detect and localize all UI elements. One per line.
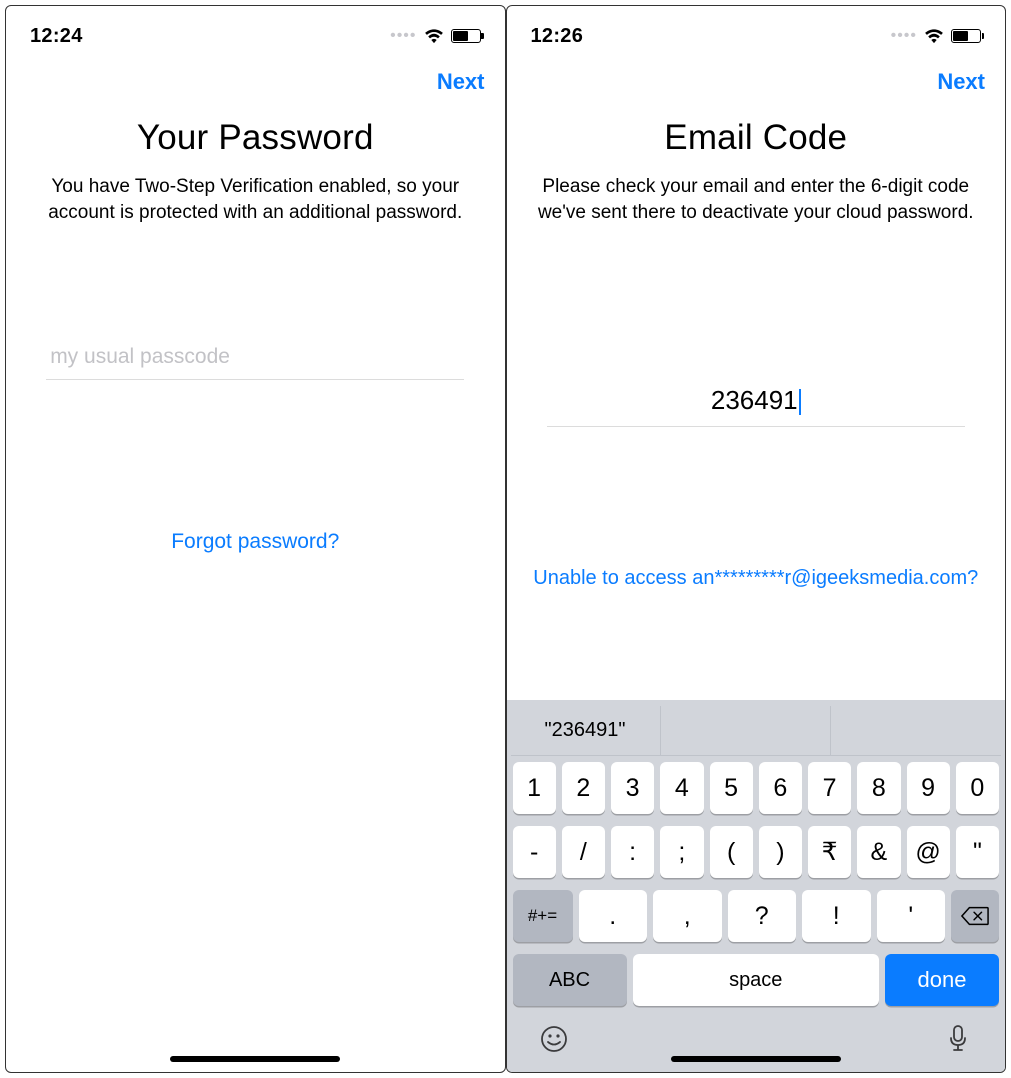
key-5[interactable]: 5 [710, 762, 753, 814]
status-icons: •••• [891, 27, 981, 45]
key-done[interactable]: done [885, 954, 999, 1006]
key-apostrophe[interactable]: ' [877, 890, 946, 942]
key-question[interactable]: ? [728, 890, 797, 942]
next-button[interactable]: Next [437, 69, 485, 95]
nav-bar: Next [6, 60, 505, 104]
status-bar: 12:26 •••• [507, 12, 1006, 60]
unable-access-link[interactable]: Unable to access an*********r@igeeksmedi… [531, 567, 980, 590]
microphone-icon [948, 1025, 968, 1053]
page-subtitle: Please check your email and enter the 6-… [529, 174, 984, 225]
key-2[interactable]: 2 [562, 762, 605, 814]
phone-password: 12:24 •••• Next Your Password You have T… [5, 5, 506, 1073]
key-abc[interactable]: ABC [513, 954, 627, 1006]
key-semicolon[interactable]: ; [660, 826, 703, 878]
key-colon[interactable]: : [611, 826, 654, 878]
page-subtitle: You have Two-Step Verification enabled, … [28, 174, 483, 225]
keyboard-bottom [511, 1012, 1002, 1072]
key-paren-open[interactable]: ( [710, 826, 753, 878]
forgot-password-link[interactable]: Forgot password? [171, 530, 339, 554]
key-comma[interactable]: , [653, 890, 722, 942]
key-rupee[interactable]: ₹ [808, 826, 851, 878]
dictation-button[interactable] [943, 1024, 973, 1054]
text-caret [799, 389, 801, 415]
suggestion-row: "236491" [511, 706, 1002, 756]
key-row-2: - / : ; ( ) ₹ & @ " [511, 820, 1002, 884]
key-period[interactable]: . [579, 890, 648, 942]
password-field-wrap [46, 335, 464, 380]
status-time: 12:24 [30, 25, 83, 48]
key-at[interactable]: @ [907, 826, 950, 878]
status-icons: •••• [390, 27, 480, 45]
key-7[interactable]: 7 [808, 762, 851, 814]
content: Email Code Please check your email and e… [507, 104, 1006, 700]
key-row-1: 1 2 3 4 5 6 7 8 9 0 [511, 756, 1002, 820]
key-symbols[interactable]: #+= [513, 890, 573, 942]
status-bar: 12:24 •••• [6, 12, 505, 60]
suggestion-empty[interactable] [661, 706, 832, 755]
wifi-icon [423, 28, 445, 44]
home-indicator[interactable] [671, 1056, 841, 1062]
phone-email-code: 12:26 •••• Next Email Code Please check … [506, 5, 1007, 1073]
key-4[interactable]: 4 [660, 762, 703, 814]
status-time: 12:26 [531, 25, 584, 48]
code-value: 236491 [711, 385, 798, 415]
key-3[interactable]: 3 [611, 762, 654, 814]
key-6[interactable]: 6 [759, 762, 802, 814]
home-indicator[interactable] [170, 1056, 340, 1062]
key-backspace[interactable] [951, 890, 999, 942]
emoji-icon [540, 1025, 568, 1053]
battery-icon [951, 29, 981, 43]
key-exclaim[interactable]: ! [802, 890, 871, 942]
key-slash[interactable]: / [562, 826, 605, 878]
key-0[interactable]: 0 [956, 762, 999, 814]
key-row-3: #+= . , ? ! ' [511, 884, 1002, 948]
cellular-dots-icon: •••• [390, 27, 416, 45]
key-1[interactable]: 1 [513, 762, 556, 814]
content: Your Password You have Two-Step Verifica… [6, 104, 505, 1072]
keyboard: "236491" 1 2 3 4 5 6 7 8 9 0 - / : ; [507, 700, 1006, 1072]
key-dash[interactable]: - [513, 826, 556, 878]
key-space[interactable]: space [633, 954, 880, 1006]
suggestion[interactable]: "236491" [511, 706, 661, 755]
key-row-4: ABC space done [511, 948, 1002, 1012]
battery-icon [451, 29, 481, 43]
emoji-button[interactable] [539, 1024, 569, 1054]
page-title: Email Code [664, 118, 847, 158]
nav-bar: Next [507, 60, 1006, 104]
key-8[interactable]: 8 [857, 762, 900, 814]
cellular-dots-icon: •••• [891, 27, 917, 45]
suggestion-empty[interactable] [831, 706, 1001, 755]
password-input[interactable] [46, 335, 464, 380]
wifi-icon [923, 28, 945, 44]
key-quote[interactable]: " [956, 826, 999, 878]
code-input[interactable]: 236491 [547, 375, 965, 427]
key-amp[interactable]: & [857, 826, 900, 878]
key-paren-close[interactable]: ) [759, 826, 802, 878]
next-button[interactable]: Next [937, 69, 985, 95]
backspace-icon [961, 906, 989, 926]
key-9[interactable]: 9 [907, 762, 950, 814]
page-title: Your Password [137, 118, 374, 158]
